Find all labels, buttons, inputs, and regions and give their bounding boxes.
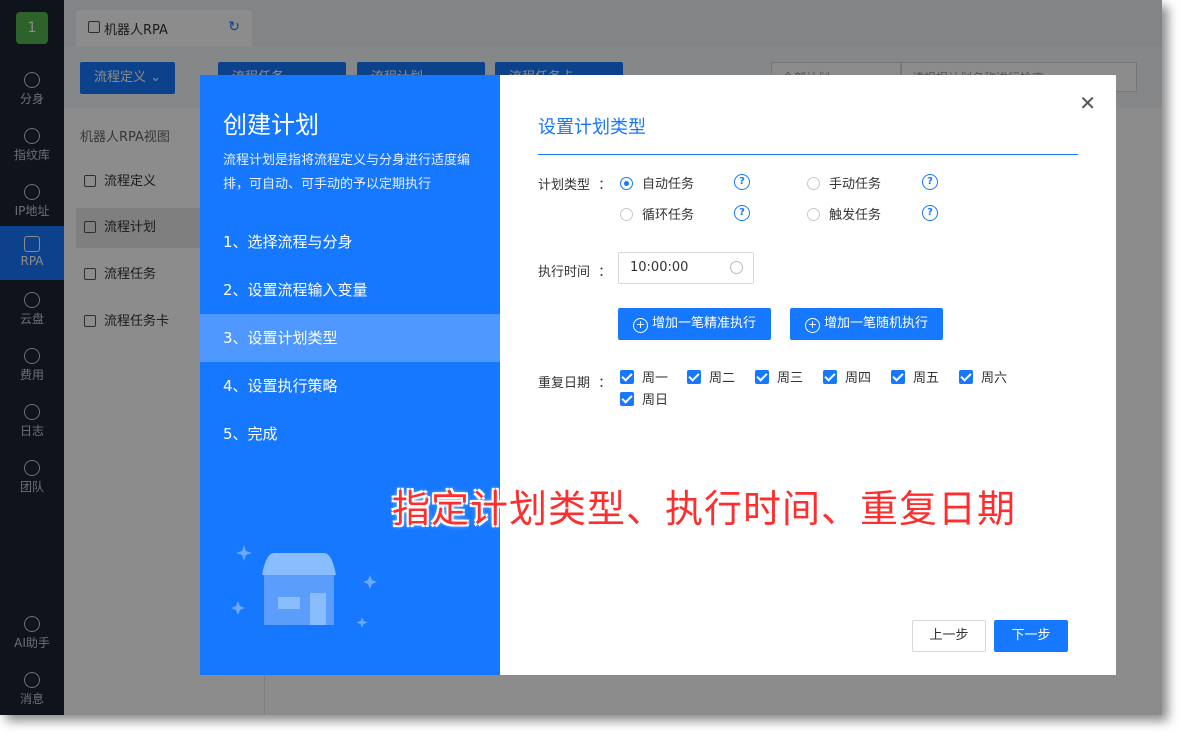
- checkbox-mon[interactable]: 周一: [620, 367, 668, 386]
- wizard-content: ✕ 设置计划类型 计划类型 ： 自动任务 ? 手动任务 ? 循环任务 ? 触发任…: [500, 75, 1116, 675]
- radio-label: 自动任务: [642, 177, 695, 192]
- help-icon[interactable]: ?: [922, 205, 938, 221]
- checkbox-wed[interactable]: 周三: [755, 367, 803, 386]
- button-label: 增加一笔随机执行: [824, 316, 929, 331]
- checkbox-sun[interactable]: 周日: [620, 389, 668, 408]
- create-plan-dialog: 创建计划 流程计划是指将流程定义与分身进行适度编排，可自动、可手动的予以定期执行…: [200, 75, 1116, 675]
- time-value: 10:00:00: [630, 260, 689, 275]
- repeat-date-label: 重复日期 ：: [538, 376, 612, 391]
- checkbox-label: 周二: [709, 371, 736, 386]
- checkbox-label: 周一: [642, 371, 669, 386]
- section-title: 设置计划类型: [538, 117, 646, 138]
- close-icon[interactable]: ✕: [1079, 91, 1096, 115]
- checkbox-tue[interactable]: 周二: [687, 367, 735, 386]
- wizard-step-2[interactable]: 2、设置流程输入变量: [200, 266, 500, 314]
- next-step-button[interactable]: 下一步: [994, 620, 1068, 652]
- checkbox-label: 周五: [913, 371, 940, 386]
- checkbox-label: 周日: [642, 393, 669, 408]
- dialog-description: 流程计划是指将流程定义与分身进行适度编排，可自动、可手动的予以定期执行: [223, 153, 471, 192]
- exec-time-label: 执行时间 ：: [538, 265, 612, 280]
- exec-time-picker[interactable]: 10:00:00: [618, 252, 754, 284]
- label-text: 执行时间: [538, 265, 591, 280]
- add-exact-exec-button[interactable]: + 增加一笔精准执行: [618, 308, 772, 340]
- checkbox-box: [959, 370, 973, 384]
- radio-loop-task[interactable]: 循环任务: [620, 204, 694, 223]
- plus-circle-icon: +: [633, 318, 648, 333]
- app-window: 1 分身 指纹库 IP地址 RPA 云盘 费用 日志 团队 AI助手 消息 机器…: [0, 0, 1162, 715]
- checkbox-label: 周六: [981, 371, 1008, 386]
- radio-dot: [807, 177, 820, 190]
- label-text: 重复日期: [538, 376, 591, 391]
- annotation-caption: 指定计划类型、执行时间、重复日期: [392, 487, 1017, 531]
- button-label: 增加一笔精准执行: [652, 316, 757, 331]
- radio-dot: [620, 177, 633, 190]
- radio-dot: [807, 208, 820, 221]
- checkbox-box: [620, 392, 634, 406]
- wizard-step-1[interactable]: 1、选择流程与分身: [200, 218, 500, 266]
- radio-auto-task[interactable]: 自动任务: [620, 173, 694, 192]
- checkbox-label: 周三: [777, 371, 804, 386]
- dialog-title: 创建计划: [223, 111, 319, 139]
- add-random-exec-button[interactable]: + 增加一笔随机执行: [790, 308, 944, 340]
- radio-dot: [620, 208, 633, 221]
- wizard-step-4[interactable]: 4、设置执行策略: [200, 362, 500, 410]
- help-icon[interactable]: ?: [922, 174, 938, 190]
- checkbox-box: [687, 370, 701, 384]
- checkbox-box: [755, 370, 769, 384]
- label-text: 计划类型: [538, 178, 591, 193]
- radio-label: 触发任务: [829, 208, 882, 223]
- checkbox-fri[interactable]: 周五: [891, 367, 939, 386]
- prev-step-button[interactable]: 上一步: [912, 620, 986, 652]
- plan-type-label: 计划类型 ：: [538, 178, 612, 193]
- checkbox-box: [891, 370, 905, 384]
- checkbox-label: 周四: [845, 371, 872, 386]
- checkbox-thu[interactable]: 周四: [823, 367, 871, 386]
- checkbox-box: [823, 370, 837, 384]
- radio-manual-task[interactable]: 手动任务: [807, 173, 881, 192]
- clock-icon: [730, 261, 743, 274]
- wizard-step-5[interactable]: 5、完成: [200, 410, 500, 458]
- plus-circle-icon: +: [805, 318, 820, 333]
- wizard-step-3[interactable]: 3、设置计划类型: [200, 314, 500, 362]
- shop-illustration-icon: [231, 545, 377, 628]
- radio-trigger-task[interactable]: 触发任务: [807, 204, 881, 223]
- help-icon[interactable]: ?: [734, 205, 750, 221]
- section-divider: [538, 154, 1078, 155]
- help-icon[interactable]: ?: [734, 174, 750, 190]
- wizard-sidebar: 创建计划 流程计划是指将流程定义与分身进行适度编排，可自动、可手动的予以定期执行…: [200, 75, 500, 675]
- checkbox-box: [620, 370, 634, 384]
- checkbox-sat[interactable]: 周六: [959, 367, 1007, 386]
- radio-label: 循环任务: [642, 208, 695, 223]
- radio-label: 手动任务: [829, 177, 882, 192]
